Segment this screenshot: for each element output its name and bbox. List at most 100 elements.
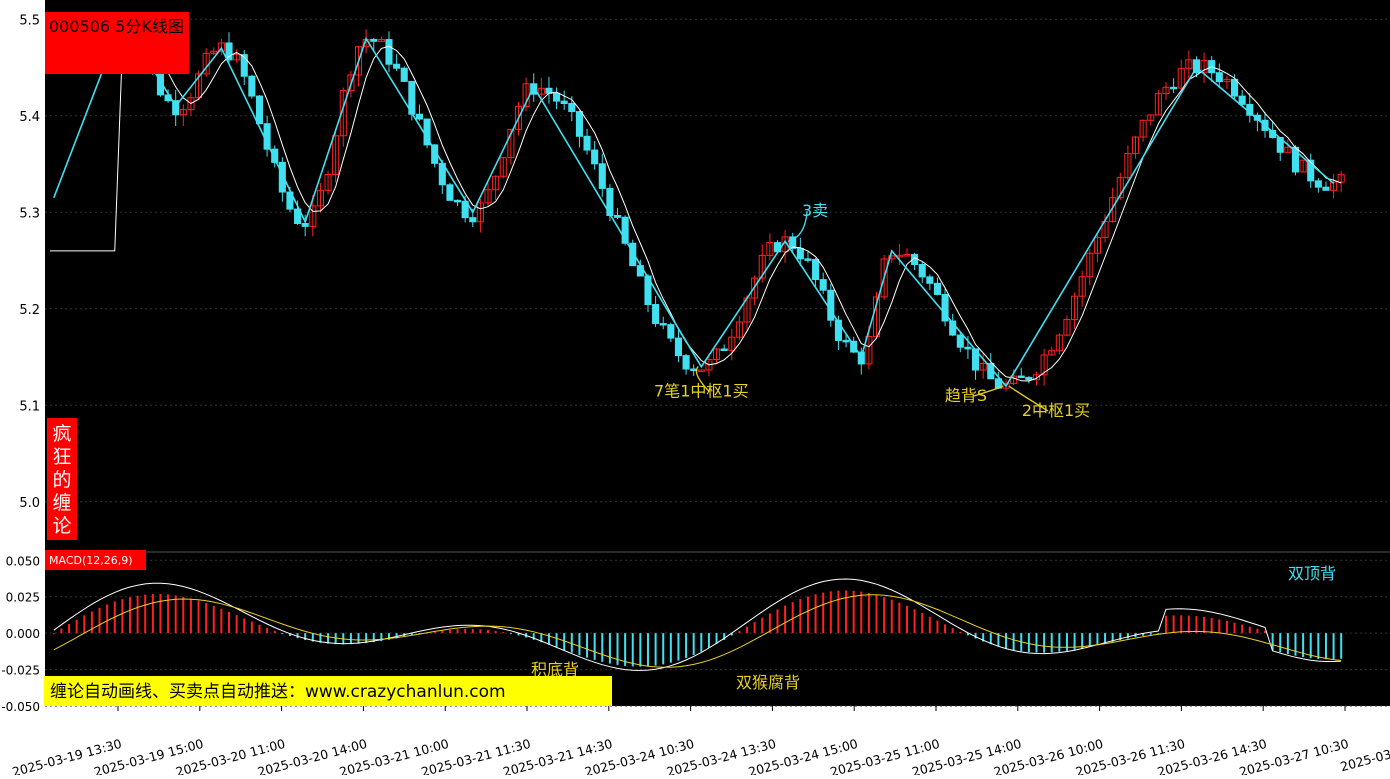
side-label-char: 疯	[52, 423, 71, 445]
macd-histogram-bar	[1065, 633, 1068, 651]
macd-histogram-bar	[327, 633, 330, 644]
candle-body	[248, 75, 256, 97]
macd-histogram-bar	[1203, 616, 1206, 634]
annotation-label: 7笔1中枢1买	[654, 382, 749, 401]
macd-histogram-bar	[913, 609, 916, 634]
promo-banner-text: 缠论自动画线、买卖点自动推送：www.crazychanlun.com	[50, 682, 506, 702]
macd-histogram-bar	[1218, 619, 1221, 634]
macd-histogram-bar	[1286, 633, 1289, 655]
candle-body	[568, 103, 576, 113]
macd-histogram-bar	[281, 633, 284, 635]
macd-histogram-bar	[1233, 622, 1236, 634]
macd-histogram-bar	[761, 617, 764, 634]
macd-histogram-bar	[1012, 633, 1015, 651]
macd-histogram-bar	[258, 624, 261, 634]
macd-histogram-bar	[875, 594, 878, 634]
annotation-label: 3卖	[802, 201, 828, 220]
candle-body	[613, 214, 622, 218]
macd-histogram-bar	[1332, 633, 1335, 660]
macd-histogram-bar	[182, 596, 185, 634]
macd-histogram-bar	[1225, 620, 1228, 634]
candle-body	[819, 279, 827, 291]
macd-histogram-bar	[68, 624, 71, 634]
candle-body	[591, 149, 599, 165]
macd-histogram-bar	[1340, 633, 1343, 659]
macd-histogram-bar	[776, 609, 779, 634]
candle-body	[263, 123, 271, 150]
macd-histogram-bar	[586, 633, 589, 658]
macd-histogram-bar	[235, 615, 238, 634]
macd-histogram-bar	[128, 597, 131, 634]
macd-histogram-bar	[707, 633, 710, 648]
macd-histogram-bar	[578, 633, 581, 656]
macd-histogram-bar	[1195, 616, 1198, 634]
macd-histogram-bar	[646, 633, 649, 667]
macd-histogram-bar	[1149, 633, 1152, 635]
plot-background	[45, 0, 1390, 706]
candle-body	[255, 95, 264, 125]
candle-body	[667, 324, 675, 339]
candle-body	[659, 323, 667, 326]
macd-histogram-bar	[654, 633, 657, 666]
macd-histogram-bar	[944, 624, 947, 634]
macd-histogram-bar	[1317, 633, 1320, 659]
candle-body	[796, 247, 804, 260]
candle-body	[652, 304, 660, 325]
side-label-char: 的	[52, 469, 71, 491]
candle-body	[1170, 86, 1178, 90]
macd-tick-label: 0.000	[6, 627, 40, 641]
macd-histogram-bar	[860, 591, 863, 634]
macd-histogram-bar	[829, 591, 832, 634]
macd-histogram-bar	[928, 616, 931, 634]
candle-body	[453, 199, 462, 203]
macd-histogram-bar	[60, 628, 63, 634]
annotation-label: 2中枢1买	[1022, 401, 1090, 420]
macd-histogram-bar	[151, 594, 154, 634]
macd-histogram-bar	[662, 633, 665, 665]
macd-histogram-bar	[98, 607, 101, 634]
candle-body	[469, 217, 477, 223]
macd-histogram-bar	[1035, 633, 1038, 653]
macd-histogram-bar	[75, 619, 78, 634]
candle-body	[1025, 376, 1033, 381]
candle-body	[1314, 180, 1322, 188]
macd-histogram-bar	[921, 612, 924, 634]
macd-histogram-bar	[334, 633, 337, 645]
macd-histogram-bar	[212, 605, 215, 634]
macd-histogram-bar	[639, 633, 642, 667]
macd-histogram-bar	[90, 611, 93, 634]
macd-histogram-bar	[852, 590, 855, 634]
macd-histogram-bar	[883, 597, 886, 634]
price-tick-label: 5.3	[19, 206, 40, 221]
macd-histogram-bar	[441, 630, 444, 634]
macd-histogram-bar	[692, 633, 695, 655]
macd-histogram-bar	[1172, 615, 1175, 634]
macd-histogram-bar	[1126, 633, 1129, 639]
macd-histogram-bar	[677, 633, 680, 661]
macd-histogram-bar	[768, 613, 771, 634]
side-label-char: 狂	[52, 446, 71, 468]
macd-histogram-bar	[867, 592, 870, 634]
candle-body	[1230, 78, 1239, 97]
macd-tick-label: 0.025	[6, 591, 40, 605]
macd-histogram-bar	[273, 630, 276, 634]
macd-histogram-bar	[479, 629, 482, 634]
macd-histogram-bar	[1279, 633, 1282, 653]
candle-body	[415, 113, 424, 120]
macd-histogram-bar	[205, 603, 208, 634]
macd-histogram-bar	[83, 615, 86, 634]
macd-histogram-bar	[1043, 633, 1046, 653]
macd-histogram-bar	[1096, 633, 1099, 646]
candle-body	[446, 184, 454, 201]
macd-histogram-bar	[1294, 633, 1297, 656]
macd-histogram-bar	[197, 600, 200, 634]
candle-body	[812, 258, 820, 281]
macd-tick-label: 0.050	[6, 554, 40, 568]
macd-histogram-bar	[1058, 633, 1061, 652]
macd-histogram-bar	[1187, 615, 1190, 634]
macd-histogram-bar	[951, 628, 954, 634]
candle-body	[370, 38, 378, 42]
candle-body	[933, 282, 942, 295]
macd-histogram-bar	[106, 604, 109, 634]
macd-histogram-bar	[989, 633, 992, 645]
